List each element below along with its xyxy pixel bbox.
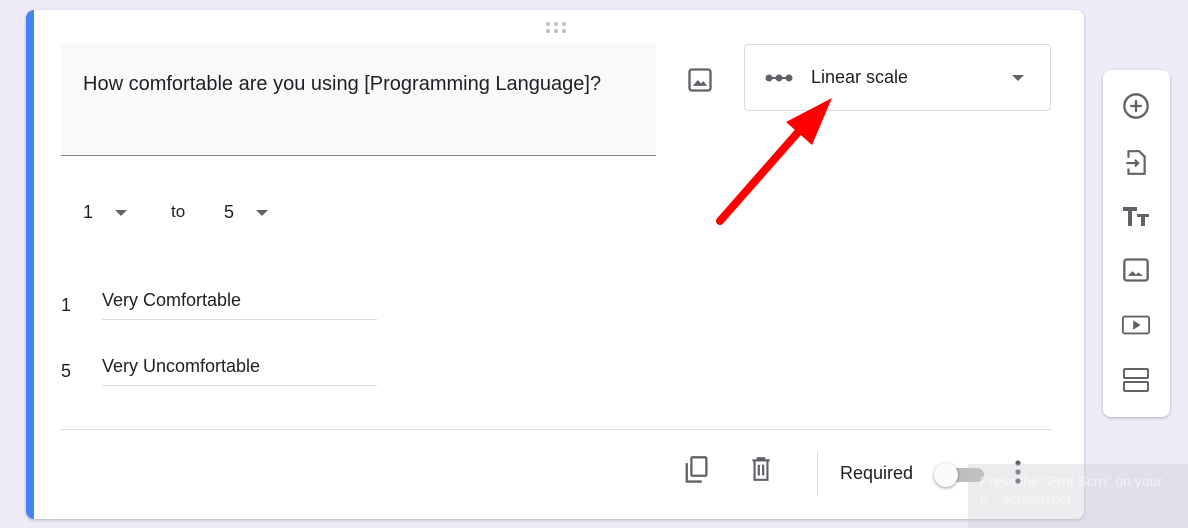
annotation-arrow [716,98,832,225]
screenshot-toast: Press the "Prnt Scrn" on your k... scree… [968,464,1188,528]
